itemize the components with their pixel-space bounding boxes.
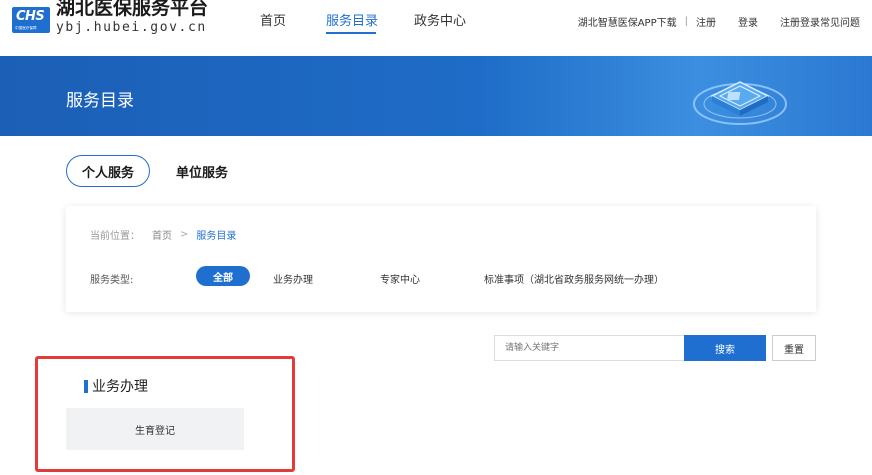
catalog-illustration-icon: [693, 81, 787, 125]
type-business-option[interactable]: 业务办理: [273, 271, 313, 286]
logo-mark-subtext: 中国医疗保障: [15, 25, 37, 31]
section-accent-bar: [84, 379, 88, 393]
site-logo[interactable]: CHS 中国医疗保障 湖北医保服务平台 ybj.hubei.gov.cn: [12, 0, 208, 40]
site-domain: ybj.hubei.gov.cn: [56, 19, 207, 35]
tab-unit-services[interactable]: 单位服务: [176, 162, 228, 181]
search-input[interactable]: [494, 335, 684, 361]
filter-card: 当前位置： 首页 > 服务目录 服务类型: 全部 业务办理 专家中心 标准事项（…: [66, 206, 816, 312]
tab-personal-services[interactable]: 个人服务: [66, 155, 150, 187]
service-type-label: 服务类型:: [90, 275, 134, 286]
login-faq-link[interactable]: 注册登录常见问题: [780, 14, 860, 29]
breadcrumb-arrow-icon: >: [180, 229, 189, 240]
site-header: CHS 中国医疗保障 湖北医保服务平台 ybj.hubei.gov.cn 首页 …: [0, 0, 872, 56]
top-links: 湖北智慧医保APP下载 | 注册 登录 注册登录常见问题: [578, 14, 860, 29]
page-banner: 服务目录: [0, 56, 872, 136]
breadcrumb-home[interactable]: 首页: [152, 227, 172, 242]
type-all-button[interactable]: 全部: [196, 266, 250, 286]
banner-title: 服务目录: [66, 91, 134, 111]
reset-button[interactable]: 重置: [772, 335, 816, 361]
section-title: 业务办理: [84, 376, 148, 396]
main-nav: 首页 服务目录 政务中心: [260, 10, 494, 36]
breadcrumb: 当前位置： 首页 > 服务目录: [90, 227, 236, 242]
app-download-link[interactable]: 湖北智慧医保APP下载: [578, 14, 677, 29]
nav-government-center[interactable]: 政务中心: [414, 10, 494, 36]
breadcrumb-label: 当前位置：: [90, 231, 140, 242]
service-type-filter: 服务类型: 全部 业务办理 专家中心 标准事项（湖北省政务服务网统一办理）: [90, 266, 664, 286]
link-separator: |: [684, 16, 688, 27]
type-standard-option[interactable]: 标准事项（湖北省政务服务网统一办理）: [484, 271, 664, 286]
logo-text: 湖北医保服务平台 ybj.hubei.gov.cn: [56, 0, 208, 35]
section-title-text: 业务办理: [92, 379, 148, 395]
nav-home[interactable]: 首页: [260, 10, 326, 36]
search-button[interactable]: 搜索: [684, 335, 766, 361]
login-link[interactable]: 登录: [738, 14, 758, 29]
breadcrumb-current: 服务目录: [196, 231, 237, 242]
logo-mark-text: CHS: [16, 9, 45, 24]
type-expert-option[interactable]: 专家中心: [380, 271, 420, 286]
site-title: 湖北医保服务平台: [56, 0, 209, 19]
service-item-birth-registration[interactable]: 生育登记: [66, 408, 244, 450]
chs-logo-icon: CHS 中国医疗保障: [12, 7, 50, 33]
nav-service-catalog[interactable]: 服务目录: [326, 10, 414, 36]
register-link[interactable]: 注册: [696, 14, 716, 29]
